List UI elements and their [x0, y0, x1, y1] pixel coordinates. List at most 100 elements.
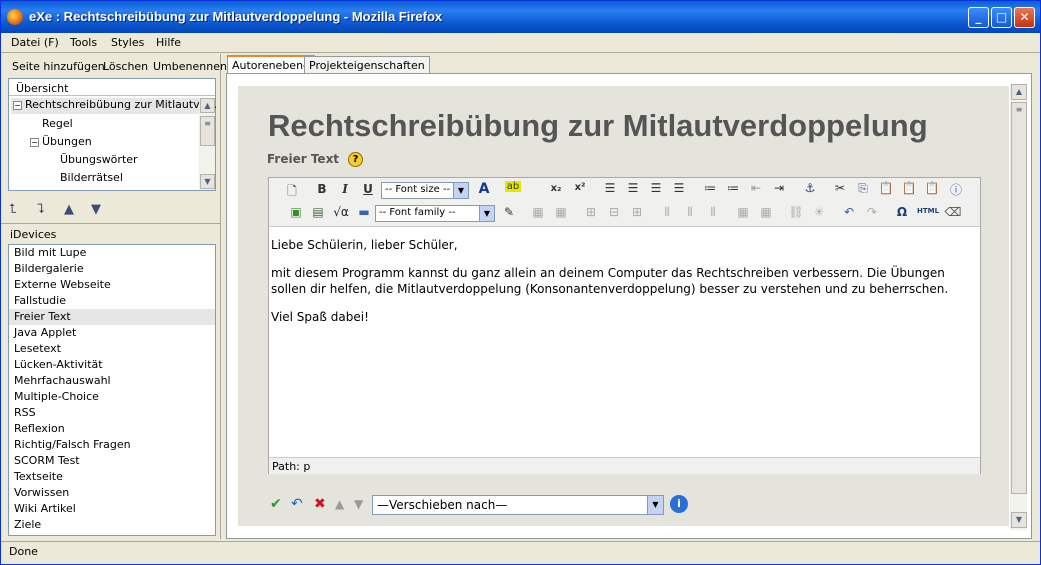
idevice-item[interactable]: Externe Webseite [9, 277, 215, 293]
unlink-icon[interactable]: ✳ [810, 205, 828, 219]
redo-icon[interactable]: ↷ [863, 205, 881, 219]
link-icon[interactable]: ⛓ [787, 205, 805, 219]
maximize-button[interactable]: □ [991, 7, 1012, 28]
font-size-select[interactable]: -- Font size -- ▼ [381, 182, 469, 199]
idevice-item[interactable]: Mehrfachauswahl [9, 373, 215, 389]
justify-icon[interactable]: ☰ [670, 181, 688, 195]
scroll-down-button[interactable]: ▼ [1011, 512, 1027, 528]
highlight-icon[interactable]: ab [505, 181, 521, 192]
special-char-icon[interactable]: Ω [893, 205, 911, 219]
scroll-thumb[interactable]: ≡ [200, 116, 215, 146]
idevice-item[interactable]: Multiple-Choice [9, 389, 215, 405]
idevice-item[interactable]: Lücken-Aktivität [9, 357, 215, 373]
idevice-item[interactable]: RSS [9, 405, 215, 421]
delete-icon[interactable]: ✖ [314, 496, 326, 512]
tab-autorenebene[interactable]: Autorenebene [227, 55, 315, 75]
image-icon[interactable]: ▣ [287, 205, 305, 219]
col-before-icon[interactable]: ⫴ [658, 205, 676, 220]
tree-node-regel[interactable]: Regel [42, 117, 73, 130]
promote-icon[interactable]: ⮤ [9, 202, 17, 217]
underline-icon[interactable]: U [359, 182, 377, 196]
tree-node-uebungswoerter[interactable]: Übungswörter [60, 153, 138, 166]
help-circle-icon[interactable]: ⓘ [947, 181, 965, 198]
outline-scrollbar[interactable]: ▲ ≡ ▼ [199, 98, 215, 190]
done-check-icon[interactable]: ✔ [270, 496, 282, 512]
insert-col-icon[interactable]: ⊞ [628, 205, 646, 219]
outdent-icon[interactable]: ⇤ [747, 181, 765, 195]
menu-styles[interactable]: Styles [111, 36, 144, 49]
bullet-list-icon[interactable]: ≔ [701, 181, 719, 195]
idevice-item[interactable]: Reflexion [9, 421, 215, 437]
idevice-item[interactable]: Richtig/Falsch Fragen [9, 437, 215, 453]
align-left-icon[interactable]: ☰ [601, 181, 619, 195]
close-button[interactable]: ✕ [1014, 7, 1035, 28]
tree-node-uebungen[interactable]: − Übungen [29, 135, 92, 148]
delete-row-icon[interactable]: ⊟ [605, 205, 623, 219]
eraser-icon[interactable]: ⌫ [944, 205, 962, 219]
scroll-up-button[interactable]: ▲ [1011, 84, 1027, 100]
bold-icon[interactable]: B [313, 182, 331, 196]
idevice-item[interactable]: Wiki Artikel [9, 501, 215, 517]
idevice-item[interactable]: Textseite [9, 469, 215, 485]
content-scrollbar[interactable]: ▲ ≡ ▼ [1010, 84, 1027, 530]
move-up-icon[interactable]: ▲ [335, 497, 344, 511]
info-icon[interactable]: i [670, 495, 688, 513]
text-color-icon[interactable]: A [475, 181, 493, 197]
merge-cells-icon[interactable]: ▦ [734, 205, 752, 219]
idevice-item[interactable]: SCORM Test [9, 453, 215, 469]
idevice-item[interactable]: Bild mit Lupe [9, 245, 215, 261]
menu-datei[interactable]: Datei (F) [11, 36, 59, 49]
demote-icon[interactable]: ⮧ [37, 202, 45, 217]
undo-icon[interactable]: ↶ [840, 205, 858, 219]
split-cells-icon[interactable]: ▦ [757, 205, 775, 219]
add-page-link[interactable]: Seite hinzufügen [12, 60, 105, 73]
idevice-item[interactable]: Ziele [9, 517, 215, 533]
tab-projekteigenschaften[interactable]: Projekteigenschaften [304, 56, 430, 74]
move-down-icon[interactable]: ▼ [91, 202, 101, 217]
font-family-select[interactable]: -- Font family -- ▼ [375, 205, 495, 222]
move-to-select[interactable]: —Verschieben nach— ▼ [372, 495, 664, 515]
tree-node-root[interactable]: − Rechtschreibübung zur Mitlautve... [11, 98, 217, 114]
tree-node-bilderraetsel[interactable]: Bilderrätsel [60, 171, 123, 184]
minimize-button[interactable]: _ [968, 7, 989, 28]
delete-col-icon[interactable]: ⫴ [704, 205, 722, 220]
html-icon[interactable]: HTML [916, 207, 940, 215]
indent-icon[interactable]: ⇥ [770, 181, 788, 195]
col-after-icon[interactable]: ⫴ [681, 205, 699, 220]
menu-tools[interactable]: Tools [70, 36, 97, 49]
copy-icon[interactable]: ⎘ [854, 181, 872, 196]
insert-row-icon[interactable]: ⊞ [582, 205, 600, 219]
subscript-icon[interactable]: x₂ [547, 183, 565, 194]
align-right-icon[interactable]: ☰ [647, 181, 665, 195]
cut-icon[interactable]: ✂ [831, 181, 849, 195]
scroll-down-button[interactable]: ▼ [200, 174, 215, 189]
superscript-icon[interactable]: x² [571, 182, 589, 193]
undo-edit-icon[interactable]: ↶ [291, 496, 303, 512]
math-icon[interactable]: √α [332, 205, 350, 219]
paste-word-icon[interactable]: 📋 [923, 181, 941, 195]
table-icon[interactable]: ▦ [529, 205, 547, 219]
idevice-item[interactable]: Bildergalerie [9, 261, 215, 277]
idevice-item[interactable]: Lesetext [9, 341, 215, 357]
menu-hilfe[interactable]: Hilfe [156, 36, 181, 49]
paste-text-icon[interactable]: 📋 [900, 181, 918, 195]
scroll-up-button[interactable]: ▲ [200, 98, 215, 113]
new-document-icon[interactable]: 🗋 [283, 182, 301, 203]
help-icon[interactable]: ? [348, 152, 363, 167]
align-center-icon[interactable]: ☰ [624, 181, 642, 195]
idevice-item[interactable]: Vorwissen [9, 485, 215, 501]
delete-link[interactable]: Löschen [103, 60, 148, 73]
rename-link[interactable]: Umbenennen [153, 60, 227, 73]
horizontal-rule-icon[interactable]: ▬ [355, 205, 373, 219]
idevice-item[interactable]: Fallstudie [9, 293, 215, 309]
idevice-item[interactable]: Java Applet [9, 325, 215, 341]
numbered-list-icon[interactable]: ≔ [724, 181, 742, 195]
editor-content[interactable]: Liebe Schülerin, lieber Schüler, mit die… [271, 237, 979, 337]
media-icon[interactable]: ▤ [309, 205, 327, 219]
idevice-item-selected[interactable]: Freier Text [9, 309, 215, 325]
paste-icon[interactable]: 📋 [877, 181, 895, 195]
scroll-thumb[interactable]: ≡ [1011, 102, 1027, 494]
move-up-icon[interactable]: ▲ [64, 202, 74, 217]
italic-icon[interactable]: I [336, 182, 354, 196]
move-down-icon[interactable]: ▼ [354, 497, 363, 511]
